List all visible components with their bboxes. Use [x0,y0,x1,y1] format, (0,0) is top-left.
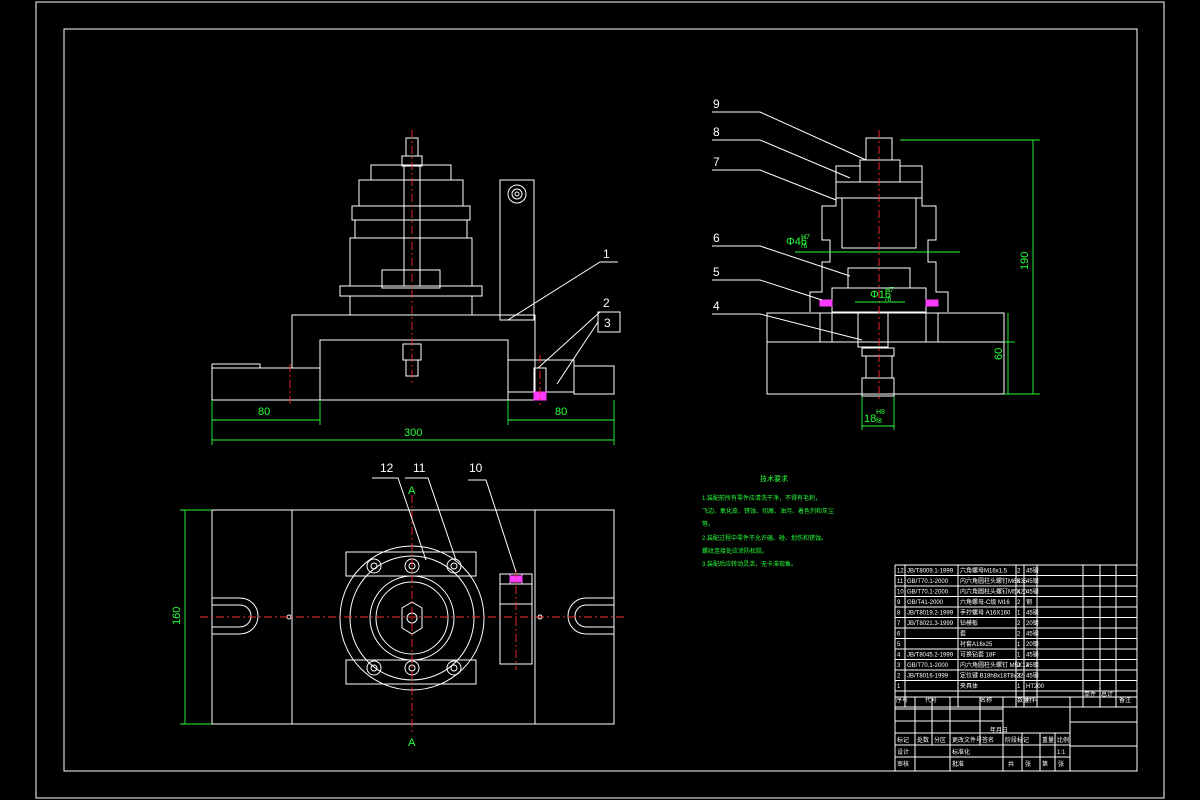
tb-sheet-label: 第 [1042,760,1048,768]
dim-bottom-tol-upper: H8 [876,409,885,416]
parts-row-code: JB/T8009.1-1999 [907,569,954,575]
label-part-12: 12 [380,461,394,475]
parts-row-code: JB/T8021.3-1999 [907,621,954,627]
parts-row-name: 衬套A16x25 [960,640,993,648]
label-part-11: 11 [413,461,426,475]
dim-height-60: 60 [993,348,1005,360]
parts-row-name: 六角螺母M16x1.5 [960,567,1008,575]
tech-req-title: 技术要求 [760,474,788,483]
tech-req-line-4: 2.装配过程中零件不允许磕、碰、划伤和锈蚀。 [702,534,827,542]
tb-total-unit: 张 [1025,760,1031,768]
label-part-2: 2 [603,296,610,310]
tb-scale: 1:1 [1057,750,1066,756]
parts-row-qty: 1 [1017,611,1021,617]
parts-row-name: 夹具体 [960,682,978,690]
dim-front-80-right: 80 [555,406,567,418]
parts-row-name: 可换钻套 18F [960,651,996,659]
parts-row-no: 6 [897,632,901,638]
tech-req-line-1: 1.装配前所有零件应清洗干净，不得有毛刺， [702,494,821,502]
tech-requirements: 技术要求 1.装配前所有零件应清洗干净，不得有毛刺， 飞边、氧化皮、锈蚀、切屑、… [702,474,834,568]
parts-row-no: 1 [897,684,901,690]
parts-row-name: 定位键 B18h8x18T8x32 [960,672,1024,680]
dim-front-80-left: 80 [258,406,270,418]
section-mark-bottom: A [408,737,416,749]
parts-row-qty: 2 [1017,621,1021,627]
dim-front-300: 300 [404,427,422,439]
label-part-7: 7 [713,155,720,169]
tb-count: 处数 [917,736,929,744]
label-part-8: 8 [713,125,720,139]
tb-mark: 标记 [897,736,909,744]
parts-row-no: 5 [897,642,901,648]
parts-row-qty: 1 [1017,642,1021,648]
label-part-9: 9 [713,97,720,111]
parts-row-no: 10 [897,590,904,596]
parts-row-qty: 2 [1017,600,1021,606]
tb-zone: 分区 [934,736,946,744]
tb-designer: 设计 [897,748,909,756]
parts-row-no: 8 [897,611,901,617]
tb-stage: 阶段标记 [1005,736,1029,744]
tb-weight: 重量 [1042,736,1054,744]
parts-row-name: 六角螺母-C级 M16 [960,598,1010,606]
dim-fit-top-tol-lower: r6 [801,243,807,250]
parts-row-name: 手拧螺母 A16X160 [960,609,1011,617]
tb-approve: 批准 [952,760,964,768]
parts-row-code: GB/T41-2000 [907,600,944,606]
parts-row-code: GB/T70.1-2000 [907,663,949,669]
parts-row-no: 11 [897,579,904,585]
tech-req-line-2: 飞边、氧化皮、锈蚀、切屑、油污、着色剂和灰尘 [702,507,834,515]
label-part-1: 1 [603,247,610,261]
parts-row-qty: 2 [1017,632,1021,638]
front-view: 1 2 3 80 80 300 [211,130,621,445]
parts-row-qty: 1 [1017,653,1021,659]
tech-req-line-3: 等。 [702,520,714,528]
parts-row-name: 钻模板 [960,619,978,627]
parts-row-material: HT200 [1026,684,1045,690]
label-part-6: 6 [713,231,720,245]
label-part-3: 3 [604,316,611,330]
tb-total-label: 共 [1008,760,1014,768]
plan-view: 12 11 10 A A 160 [171,461,625,749]
drawing-sheet: 1 2 3 80 80 300 9 8 7 6 5 4 Φ46 H7 r6 Φ1… [35,1,1165,799]
parts-row-no: 9 [897,600,901,606]
tb-date: 年月日 [990,726,1008,734]
dim-bottom-tol-lower: f8 [876,418,882,425]
tb-sign: 签名 [982,736,994,744]
parts-row-no: 12 [897,569,904,575]
tech-req-line-5: 螺纹连接处应涂防松胶。 [702,547,768,555]
parts-row-no: 2 [897,674,901,680]
section-mark-top: A [408,485,416,497]
dim-height-190: 190 [1019,252,1031,270]
parts-row-qty: 2 [1017,569,1021,575]
parts-row-code: JB/T8045.2-1999 [907,653,954,659]
tech-req-line-6: 3.装配后应转动灵活，无卡滞现象。 [702,560,797,568]
label-part-10: 10 [469,461,483,475]
parts-row-qty: 1 [1017,684,1021,690]
parts-row-name: 套 [960,630,966,638]
parts-row-material: 钢 [1026,598,1032,606]
parts-row-code: JB/T8019.2-1999 [907,611,954,617]
dim-fit-mid-tol-lower: r6 [885,296,891,303]
dim-fit-top-tol-upper: H7 [801,234,810,241]
parts-row-no: 7 [897,621,901,627]
tb-scale-label: 比例 [1057,736,1069,744]
label-part-4: 4 [713,299,720,313]
parts-row-no: 4 [897,653,901,659]
tb-sheet-unit: 张 [1058,760,1064,768]
title-block: 标记 处数 分区 更改文件号 签名 年月日 设计 标准化 审核 批准 阶段标记 … [894,696,1138,772]
parts-list-table: 12 JB/T8009.1-1999 六角螺母M16x1.5 2 45钢11 GB/T70… [894,564,1138,708]
parts-row-code: GB/T70.1-2000 [907,579,949,585]
label-part-5: 5 [713,265,720,279]
parts-row-code: JB/T8016-1999 [907,674,949,680]
dim-fit-mid-tol-upper: H7 [885,287,894,294]
tb-change-doc: 更改文件号 [952,736,982,744]
dim-plan-160: 160 [171,607,183,625]
section-view: 9 8 7 6 5 4 Φ46 H7 r6 Φ16 H7 r6 190 60 1… [712,97,1040,430]
tb-std: 标准化 [952,748,970,756]
parts-row-code: GB/T70.1-2000 [907,590,949,596]
tb-review: 审核 [897,760,909,768]
parts-row-no: 3 [897,663,901,669]
dim-bottom-18: 18 [864,413,876,425]
